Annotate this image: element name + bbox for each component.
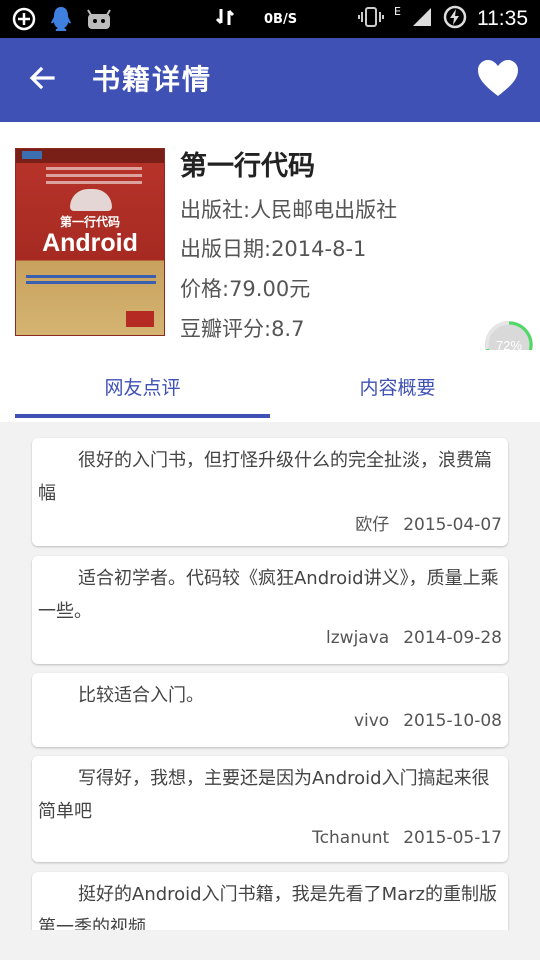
arrow-back-icon (28, 64, 56, 96)
book-info-section: 第一行代码 Android 第一行代码 出版社:人民邮电出版社 出版日期:201… (0, 122, 540, 350)
review-meta: lzwjava 2014-09-28 (326, 628, 502, 648)
cover-subtitle: 第一行代码 (59, 215, 120, 229)
android-robot-icon (70, 189, 112, 211)
android-debug-icon (86, 8, 112, 34)
review-author: vivo (353, 711, 390, 731)
review-date: 2014-09-28 (403, 628, 502, 648)
review-text: 很好的入门书，但打怪升级什么的完全扯淡，浪费篇幅 (38, 450, 492, 504)
review-text: 适合初学者。代码较《疯狂Android讲义》，质量上乘一些。 (38, 568, 499, 622)
back-button[interactable] (22, 60, 62, 100)
add-circle-icon (12, 7, 36, 35)
favorite-button[interactable] (474, 56, 522, 104)
app-toolbar: 书籍详情 (0, 38, 540, 122)
review-card[interactable]: 很好的入门书，但打怪升级什么的完全扯淡，浪费篇幅 欧仔 2015-04-07 (32, 438, 508, 546)
vibrate-icon (358, 6, 385, 32)
review-card[interactable]: 比较适合入门。 vivo 2015-10-08 (32, 673, 508, 747)
qq-icon (50, 6, 72, 36)
review-card[interactable]: 适合初学者。代码较《疯狂Android讲义》，质量上乘一些。 lzwjava 20… (32, 556, 508, 664)
review-meta: vivo 2015-10-08 (354, 711, 502, 731)
tab-bar: 网友点评 内容概要 (0, 350, 540, 422)
price-label: 价格:79.00元 (180, 277, 311, 301)
review-card[interactable]: 挺好的Android入门书籍，我是先看了Marz的重制版第一季的视频 (32, 872, 508, 930)
status-bar: 0B/S E 11:35 (0, 0, 540, 38)
bottom-spacer (0, 930, 540, 960)
review-date: 2015-05-17 (403, 828, 502, 848)
net-speed: 0B/S (264, 11, 298, 27)
review-author: Tchanunt (312, 828, 390, 848)
clock: 11:35 (477, 7, 528, 30)
data-sync-icon (214, 6, 236, 32)
page-title: 书籍详情 (92, 63, 213, 96)
review-author: 欧仔 (355, 515, 390, 535)
review-date: 2015-10-08 (403, 711, 502, 731)
tab-reviews[interactable]: 网友点评 (15, 350, 270, 422)
cover-title: Android (42, 229, 138, 257)
review-text: 挺好的Android入门书籍，我是先看了Marz的重制版第一季的视频 (38, 884, 497, 930)
review-date: 2015-04-07 (403, 515, 502, 535)
network-type: E (394, 4, 401, 18)
review-meta: 欧仔 2015-04-07 (355, 510, 502, 535)
tab-indicator (15, 414, 270, 418)
publisher-label: 出版社:人民邮电出版社 (180, 198, 398, 222)
charging-icon (443, 5, 467, 33)
book-cover-image: 第一行代码 Android (15, 148, 165, 336)
review-meta: Tchanunt 2015-05-17 (312, 828, 502, 848)
tab-summary[interactable]: 内容概要 (270, 350, 525, 422)
review-list[interactable]: 很好的入门书，但打怪升级什么的完全扯淡，浪费篇幅 欧仔 2015-04-07 适合… (0, 422, 540, 930)
heart-icon (476, 58, 520, 102)
signal-icon (411, 6, 433, 32)
review-card[interactable]: 写得好，我想，主要还是因为Android入门搞起来很简单吧 Tchanunt 20… (32, 756, 508, 862)
douban-rating-label: 豆瓣评分:8.7 (180, 317, 305, 341)
pub-date-label: 出版日期:2014-8-1 (180, 237, 367, 261)
publisher-logo (126, 311, 154, 327)
review-text: 比较适合入门。 (78, 685, 204, 706)
book-title: 第一行代码 (180, 151, 315, 182)
review-author: lzwjava (326, 628, 390, 648)
review-text: 写得好，我想，主要还是因为Android入门搞起来很简单吧 (38, 768, 490, 822)
